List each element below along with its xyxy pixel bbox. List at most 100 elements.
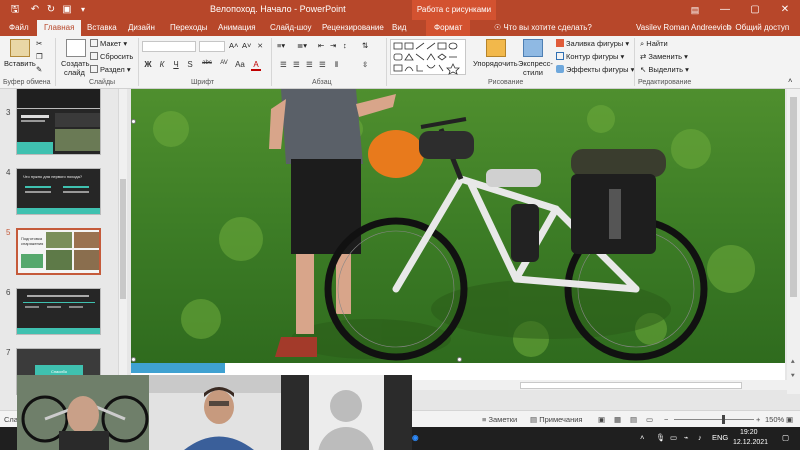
network-icon[interactable]: ⌁ [684, 433, 689, 442]
user-name[interactable]: Vasilev Roman Andreevich [636, 20, 731, 36]
arrange-icon[interactable] [486, 39, 506, 57]
select-button[interactable]: ↖ Выделить ▾ [640, 65, 689, 75]
underline-button[interactable]: Ч [171, 60, 181, 69]
new-slide-icon[interactable] [66, 39, 86, 57]
selected-picture[interactable] [131, 89, 785, 363]
shape-fill-button[interactable]: Заливка фигуры ▾ [556, 39, 629, 49]
horizontal-scroll-thumb[interactable] [520, 382, 742, 389]
zoom-level[interactable]: 150% [765, 415, 784, 424]
zoom-in-icon[interactable]: + [756, 415, 760, 424]
zoom-out-icon[interactable]: − [664, 415, 668, 424]
spacing-button[interactable]: AV [217, 60, 231, 66]
tab-file[interactable]: Файл [9, 20, 29, 36]
clear-format-icon[interactable]: ⨯ [257, 41, 263, 51]
monitor-icon[interactable]: ▭ [670, 433, 677, 442]
customize-qa-icon[interactable]: ▾ [76, 3, 90, 17]
paste-icon[interactable] [10, 39, 30, 57]
clock-time[interactable]: 19:20 [740, 429, 758, 436]
change-case-button[interactable]: Aa [233, 60, 247, 69]
participant-video-1[interactable] [17, 375, 149, 450]
justify-icon[interactable]: ☰ [319, 60, 326, 70]
share-button[interactable]: ☺ Общий доступ [725, 20, 789, 36]
strikethrough-button[interactable]: abc [199, 60, 215, 66]
resize-handle[interactable] [131, 119, 136, 124]
layout-button[interactable]: Макет ▾ [90, 39, 127, 49]
align-right-icon[interactable]: ☰ [306, 60, 313, 70]
resize-handle[interactable] [131, 357, 136, 362]
tab-animation[interactable]: Анимация [218, 20, 256, 36]
bold-button[interactable]: Ж [143, 60, 153, 69]
font-color-button[interactable]: A [251, 60, 261, 71]
volume-icon[interactable]: ♪ [698, 433, 702, 442]
align-left-icon[interactable]: ☰ [280, 60, 287, 70]
numbering-icon[interactable]: ≣▾ [297, 41, 307, 51]
tab-slideshow[interactable]: Слайд-шоу [270, 20, 311, 36]
participant-video-3[interactable] [281, 375, 412, 450]
fit-slide-icon[interactable]: ▣ [786, 415, 793, 424]
zoom-slider-thumb[interactable] [722, 415, 725, 424]
shapes-gallery[interactable] [390, 39, 466, 75]
slide-thumbnail[interactable] [16, 108, 101, 155]
tab-insert[interactable]: Вставка [87, 20, 117, 36]
prev-slide-icon[interactable]: ⯅ [790, 359, 796, 367]
line-spacing-icon[interactable]: ↕ [343, 41, 347, 51]
undo-icon[interactable]: ↶ [28, 3, 42, 17]
tab-format[interactable]: Формат [426, 20, 471, 36]
slide-thumbnail-panel[interactable]: 3 4 Что нужно для первого похода? 5 Подг… [0, 89, 118, 410]
increase-indent-icon[interactable]: ⇥ [330, 41, 336, 51]
slide-panel-scrollbar[interactable] [118, 89, 127, 410]
vertical-scrollbar[interactable]: ⯅ ⯆ [787, 89, 800, 394]
next-slide-icon[interactable]: ⯆ [790, 373, 796, 381]
clock-date[interactable]: 12.12.2021 [733, 439, 768, 446]
format-painter-icon[interactable]: ✎ [36, 65, 42, 75]
reset-button[interactable]: Сбросить [90, 52, 133, 62]
copy-icon[interactable]: ❐ [36, 52, 43, 62]
keyboard-language[interactable]: ENG [712, 433, 728, 442]
start-slideshow-icon[interactable]: ▣ [60, 3, 74, 17]
collapse-ribbon-icon[interactable]: ˄ [788, 76, 792, 86]
participant-video-2[interactable] [149, 375, 281, 450]
shape-effects-button[interactable]: Эффекты фигуры ▾ [556, 65, 634, 75]
align-text-icon[interactable]: ⇳ [362, 60, 368, 70]
notifications-icon[interactable]: ▢ [782, 433, 789, 442]
tab-view[interactable]: Вид [392, 20, 406, 36]
shrink-font-icon[interactable]: A˅ [242, 41, 251, 51]
slide-thumbnail[interactable] [16, 288, 101, 335]
slide-thumbnail-selected[interactable]: Подготовка снаряжения [16, 228, 101, 275]
video-call-overlay[interactable] [17, 375, 412, 450]
resize-handle[interactable] [457, 357, 462, 362]
maximize-button[interactable]: ▢ [740, 0, 770, 20]
slideshow-view-icon[interactable]: ▭ [646, 415, 653, 424]
text-direction-icon[interactable]: ⇅ [362, 41, 368, 51]
microphone-icon[interactable]: 🎙 [656, 433, 666, 442]
shape-outline-button[interactable]: Контур фигуры ▾ [556, 52, 624, 62]
font-name-dropdown[interactable] [142, 41, 196, 52]
align-center-icon[interactable]: ☰ [293, 60, 300, 70]
decrease-indent-icon[interactable]: ⇤ [318, 41, 324, 51]
slide-panel-scroll-thumb[interactable] [120, 179, 126, 299]
arrange-button[interactable]: Упорядочить [473, 59, 518, 69]
section-button[interactable]: Раздел ▾ [90, 65, 131, 75]
redo-icon[interactable]: ↻ [44, 3, 58, 17]
find-button[interactable]: ⌕ Найти [640, 39, 668, 49]
tell-me-search[interactable]: ☉ Что вы хотите сделать? [494, 20, 592, 36]
quick-styles-icon[interactable] [523, 39, 543, 57]
sorter-view-icon[interactable]: ▦ [614, 415, 621, 424]
vertical-scroll-thumb[interactable] [790, 97, 797, 297]
font-size-dropdown[interactable] [199, 41, 225, 52]
close-button[interactable]: ✕ [770, 0, 800, 20]
zoom-app-icon[interactable]: ◉ [412, 433, 419, 442]
slide-thumbnail[interactable]: Что нужно для первого похода? [16, 168, 101, 215]
save-icon[interactable]: 🖫 [8, 3, 22, 17]
ribbon-options-icon[interactable]: ▤ [680, 0, 710, 20]
minimize-button[interactable]: — [710, 0, 740, 20]
tab-home[interactable]: Главная [37, 20, 82, 36]
zoom-slider[interactable] [674, 419, 754, 420]
normal-view-icon[interactable]: ▣ [598, 415, 605, 424]
bullets-icon[interactable]: ≡▾ [277, 41, 285, 51]
paste-button[interactable]: Вставить [4, 59, 36, 69]
shadow-button[interactable]: S [185, 60, 195, 69]
tab-review[interactable]: Рецензирование [322, 20, 384, 36]
quick-styles-label-2[interactable]: стили [523, 68, 543, 78]
tray-chevron-icon[interactable]: ˄ [640, 433, 644, 442]
